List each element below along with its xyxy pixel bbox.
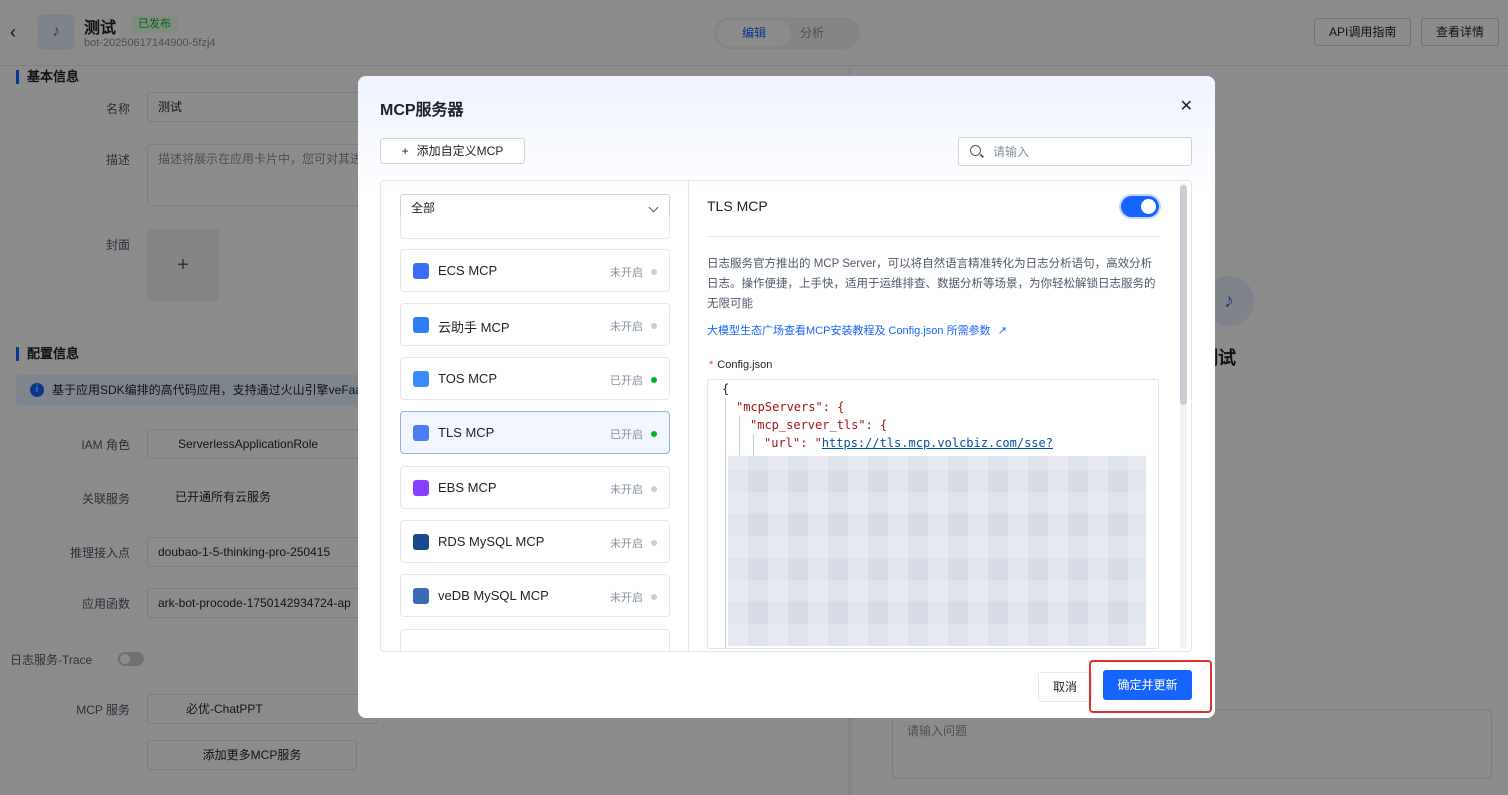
list-item-mcp[interactable]: veDB MySQL MCP 未开启 <box>400 574 670 617</box>
doc-link[interactable]: 大模型生态广场查看MCP安装教程及 Config.json 所需参数 ↗ <box>707 322 1007 338</box>
mcp-name: TOS MCP <box>438 371 497 386</box>
dialog-title: MCP服务器 <box>380 102 464 119</box>
config-editor[interactable]: { "mcpServers": { "mcp_server_tls": { "u… <box>707 379 1159 649</box>
redacted-area <box>728 456 1146 646</box>
add-custom-label: 添加自定义MCP <box>416 144 504 158</box>
list-item-mcp[interactable]: 云助手 MCP 未开启 <box>400 303 670 346</box>
mcp-name: RDS MySQL MCP <box>438 534 545 549</box>
mcp-status: 未开启 <box>610 538 643 550</box>
detail-title: TLS MCP <box>707 198 768 214</box>
mcp-server-dialog: MCP服务器 ✕ +添加自定义MCP 全部 ECS MCP未开启云助手 MCP未… <box>358 76 1215 718</box>
code-line: { <box>722 382 730 396</box>
cancel-button[interactable]: 取消 <box>1038 672 1092 702</box>
list-item-partial <box>400 629 670 651</box>
mcp-status: 未开启 <box>610 484 643 496</box>
chevron-down-icon <box>648 202 659 213</box>
status-dot-icon <box>651 486 657 492</box>
mcp-name: ECS MCP <box>438 263 498 278</box>
list-item-mcp[interactable]: TLS MCP 已开启 <box>400 411 670 454</box>
category-value: 全部 <box>411 201 436 215</box>
list-item-mcp[interactable]: ECS MCP 未开启 <box>400 249 670 292</box>
status-dot-icon <box>651 377 657 383</box>
code-line: "mcpServers": { <box>736 400 845 414</box>
mcp-logo-icon <box>413 534 429 550</box>
mcp-status: 已开启 <box>610 375 643 387</box>
mcp-logo-icon <box>413 425 429 441</box>
list-item-mcp[interactable]: RDS MySQL MCP 未开启 <box>400 520 670 563</box>
divider <box>707 236 1159 237</box>
mcp-name: 云助手 MCP <box>438 320 510 335</box>
mcp-status: 未开启 <box>610 592 643 604</box>
highlight-box <box>1089 660 1212 713</box>
scrollbar[interactable] <box>1180 183 1187 649</box>
enable-switch[interactable] <box>1121 196 1159 217</box>
mcp-logo-icon <box>413 480 429 496</box>
detail-description: 日志服务官方推出的 MCP Server，可以将自然语言精准转化为日志分析语句，… <box>707 258 1156 310</box>
mcp-detail: TLS MCP 日志服务官方推出的 MCP Server，可以将自然语言精准转化… <box>689 181 1181 651</box>
mcp-content: 全部 ECS MCP 未开启 云助手 MCP 未开启 TOS MCP 已开启 TLS MCP… <box>380 180 1192 652</box>
mcp-list: 全部 ECS MCP 未开启 云助手 MCP 未开启 TOS MCP 已开启 TLS MCP… <box>381 181 689 651</box>
search-box <box>958 137 1192 166</box>
config-label: * Config.json <box>709 359 773 371</box>
mcp-name: EBS MCP <box>438 480 497 495</box>
code-url[interactable]: https://tls.mcp.volcbiz.com/sse? <box>822 436 1053 450</box>
mcp-logo-icon <box>413 588 429 604</box>
code-line: "url": "https://tls.mcp.volcbiz.com/sse? <box>764 436 1053 450</box>
status-dot-icon <box>651 323 657 329</box>
list-item-mcp[interactable]: EBS MCP 未开启 <box>400 466 670 509</box>
mcp-logo-icon <box>413 263 429 279</box>
status-dot-icon <box>651 269 657 275</box>
mcp-status: 已开启 <box>610 429 643 441</box>
dialog-header-bg <box>358 76 1215 196</box>
plus-icon: + <box>401 144 409 158</box>
search-icon <box>970 145 981 156</box>
mcp-name: veDB MySQL MCP <box>438 588 549 603</box>
status-dot-icon <box>651 540 657 546</box>
add-custom-mcp-button[interactable]: + 添加自定义MCP <box>380 138 525 164</box>
mcp-status: 未开启 <box>610 321 643 333</box>
indent-guide <box>725 398 726 648</box>
mcp-status: 未开启 <box>610 267 643 279</box>
list-item-partial <box>400 215 670 239</box>
mcp-name: TLS MCP <box>438 425 495 440</box>
doc-link-text: 大模型生态广场查看MCP安装教程及 Config.json 所需参数 <box>707 325 991 337</box>
mcp-logo-icon <box>413 317 429 333</box>
status-dot-icon <box>651 431 657 437</box>
code-line: "mcp_server_tls": { <box>750 418 888 432</box>
status-dot-icon <box>651 594 657 600</box>
external-link-icon: ↗ <box>997 325 1007 337</box>
list-item-mcp[interactable]: TOS MCP 已开启 <box>400 357 670 400</box>
close-icon[interactable]: ✕ <box>1180 96 1193 116</box>
search-input[interactable] <box>993 138 1183 165</box>
mcp-logo-icon <box>413 371 429 387</box>
